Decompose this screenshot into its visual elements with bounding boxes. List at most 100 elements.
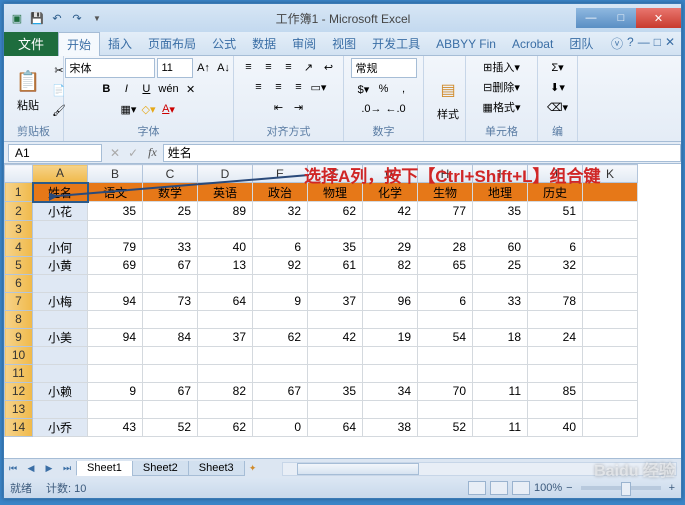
paste-button[interactable]: 📋 粘贴 bbox=[10, 65, 46, 115]
cell[interactable]: 37 bbox=[308, 292, 363, 310]
tab-home[interactable]: 开始 bbox=[58, 32, 100, 56]
cell[interactable]: 33 bbox=[143, 238, 198, 256]
clear-button[interactable]: ⌫▾ bbox=[546, 98, 569, 116]
cell[interactable] bbox=[33, 310, 88, 328]
tab-abbyy[interactable]: ABBYY Fin bbox=[428, 32, 504, 56]
cell[interactable]: 9 bbox=[88, 382, 143, 400]
styles-button[interactable]: ▤ 样式 bbox=[430, 74, 466, 124]
cell[interactable]: 54 bbox=[418, 328, 473, 346]
tab-formulas[interactable]: 公式 bbox=[204, 32, 244, 56]
align-middle-icon[interactable]: ≡ bbox=[260, 58, 278, 76]
cell[interactable]: 33 bbox=[473, 292, 528, 310]
cell[interactable]: 35 bbox=[473, 202, 528, 221]
cell[interactable] bbox=[88, 274, 143, 292]
cell[interactable]: 65 bbox=[418, 256, 473, 274]
cell[interactable]: 35 bbox=[308, 238, 363, 256]
bold-button[interactable]: B bbox=[97, 80, 115, 98]
font-name-combo[interactable]: 宋体 bbox=[65, 58, 155, 78]
indent-increase-icon[interactable]: ⇥ bbox=[290, 98, 308, 116]
spreadsheet-grid[interactable]: ABCDEFGHIJK1姓名语文数学英语政治物理化学生物地理历史2小花35258… bbox=[4, 164, 681, 458]
cell[interactable] bbox=[88, 310, 143, 328]
cell[interactable] bbox=[583, 256, 638, 274]
cell[interactable]: 43 bbox=[88, 418, 143, 436]
cell[interactable] bbox=[363, 220, 418, 238]
cell[interactable] bbox=[33, 346, 88, 364]
cell[interactable] bbox=[308, 346, 363, 364]
cell[interactable] bbox=[528, 220, 583, 238]
align-right-icon[interactable]: ≡ bbox=[290, 78, 308, 96]
cell[interactable] bbox=[198, 274, 253, 292]
cell[interactable]: 40 bbox=[528, 418, 583, 436]
view-pagebreak-icon[interactable] bbox=[512, 481, 530, 495]
cell[interactable]: 96 bbox=[363, 292, 418, 310]
doc-min-icon[interactable]: — bbox=[638, 35, 650, 52]
cell[interactable] bbox=[583, 220, 638, 238]
cell[interactable] bbox=[583, 292, 638, 310]
cell[interactable] bbox=[198, 400, 253, 418]
cell[interactable] bbox=[363, 364, 418, 382]
sheet-tab-1[interactable]: Sheet1 bbox=[76, 461, 133, 476]
doc-close-icon[interactable]: ✕ bbox=[665, 35, 675, 52]
align-left-icon[interactable]: ≡ bbox=[250, 78, 268, 96]
row-header-13[interactable]: 13 bbox=[5, 400, 33, 418]
cell[interactable] bbox=[143, 400, 198, 418]
merge-icon[interactable]: ▭▾ bbox=[310, 78, 328, 96]
tab-data[interactable]: 数据 bbox=[244, 32, 284, 56]
cell[interactable]: 姓名 bbox=[33, 183, 88, 202]
cell[interactable] bbox=[418, 346, 473, 364]
cell[interactable]: 82 bbox=[198, 382, 253, 400]
view-layout-icon[interactable] bbox=[490, 481, 508, 495]
cell[interactable]: 28 bbox=[418, 238, 473, 256]
row-header-10[interactable]: 10 bbox=[5, 346, 33, 364]
ribbon-minimize-icon[interactable]: ⓥ bbox=[611, 35, 623, 52]
row-header-1[interactable]: 1 bbox=[5, 183, 33, 202]
cell[interactable]: 61 bbox=[308, 256, 363, 274]
cell[interactable] bbox=[583, 310, 638, 328]
row-header-5[interactable]: 5 bbox=[5, 256, 33, 274]
cell[interactable]: 0 bbox=[253, 418, 308, 436]
number-format-combo[interactable]: 常规 bbox=[351, 58, 417, 78]
cell[interactable]: 英语 bbox=[198, 183, 253, 202]
row-header-3[interactable]: 3 bbox=[5, 220, 33, 238]
cell[interactable] bbox=[473, 346, 528, 364]
cell[interactable]: 73 bbox=[143, 292, 198, 310]
comma-icon[interactable]: , bbox=[395, 80, 413, 98]
row-header-9[interactable]: 9 bbox=[5, 328, 33, 346]
underline-button[interactable]: U bbox=[137, 80, 155, 98]
cell[interactable] bbox=[528, 364, 583, 382]
row-header-12[interactable]: 12 bbox=[5, 382, 33, 400]
cell[interactable] bbox=[418, 364, 473, 382]
col-header-A[interactable]: A bbox=[33, 165, 88, 183]
doc-max-icon[interactable]: □ bbox=[654, 35, 661, 52]
zoom-out-icon[interactable]: − bbox=[566, 482, 572, 494]
cell[interactable]: 37 bbox=[198, 328, 253, 346]
clear-format-icon[interactable]: ✕ bbox=[182, 80, 200, 98]
cell[interactable]: 84 bbox=[143, 328, 198, 346]
cell[interactable] bbox=[198, 364, 253, 382]
decrease-decimal-icon[interactable]: ←.0 bbox=[385, 100, 407, 118]
cell[interactable] bbox=[583, 328, 638, 346]
cell[interactable] bbox=[473, 400, 528, 418]
cell[interactable]: 语文 bbox=[88, 183, 143, 202]
cell[interactable] bbox=[583, 400, 638, 418]
cell[interactable]: 82 bbox=[363, 256, 418, 274]
cell[interactable]: 6 bbox=[418, 292, 473, 310]
cell[interactable]: 11 bbox=[473, 418, 528, 436]
cell[interactable]: 62 bbox=[308, 202, 363, 221]
col-header-B[interactable]: B bbox=[88, 165, 143, 183]
cell[interactable]: 9 bbox=[253, 292, 308, 310]
undo-icon[interactable]: ↶ bbox=[48, 9, 66, 27]
cell[interactable] bbox=[308, 274, 363, 292]
cell[interactable] bbox=[88, 220, 143, 238]
cell[interactable] bbox=[418, 310, 473, 328]
cell[interactable]: 6 bbox=[253, 238, 308, 256]
cell[interactable] bbox=[143, 274, 198, 292]
cell[interactable]: 77 bbox=[418, 202, 473, 221]
new-sheet-icon[interactable]: ✦ bbox=[244, 461, 262, 477]
cell[interactable]: 35 bbox=[88, 202, 143, 221]
sheet-nav-first-icon[interactable]: ⏮ bbox=[4, 461, 22, 477]
tab-team[interactable]: 团队 bbox=[561, 32, 601, 56]
currency-icon[interactable]: $▾ bbox=[355, 80, 373, 98]
cell[interactable]: 85 bbox=[528, 382, 583, 400]
cell[interactable] bbox=[198, 310, 253, 328]
